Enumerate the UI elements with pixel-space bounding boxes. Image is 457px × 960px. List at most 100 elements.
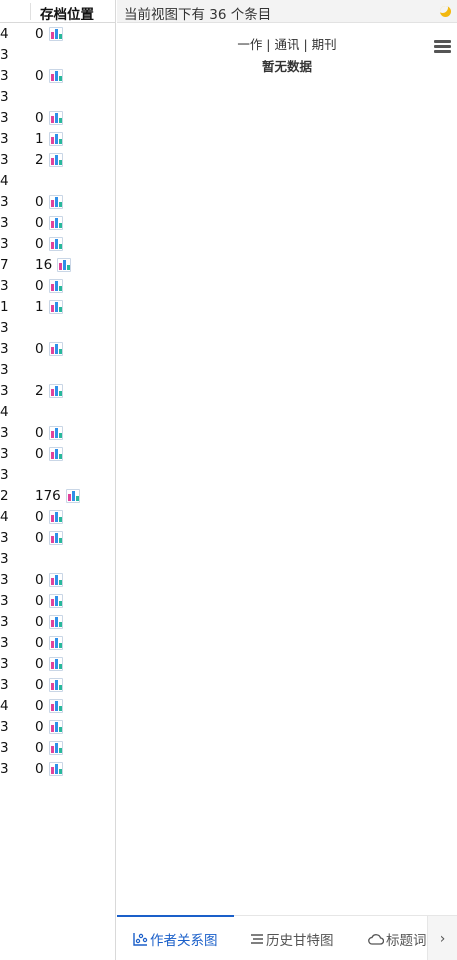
table-row: 30 (0, 675, 116, 696)
archive-location-cell: 0 (35, 677, 63, 693)
bar-chart-icon[interactable] (48, 237, 63, 251)
tab-author-graph[interactable]: 作者关系图 (117, 915, 234, 960)
row-cell-value: 3 (0, 530, 9, 546)
archive-location-cell: 0 (35, 719, 63, 735)
table-row: 30 (0, 213, 116, 234)
bar-chart-icon[interactable] (48, 657, 63, 671)
tab-history-gantt[interactable]: 历史甘特图 (234, 916, 352, 960)
table-row: 30 (0, 66, 116, 87)
table-row: 30 (0, 633, 116, 654)
archive-location-cell: 0 (35, 698, 63, 714)
tab-title-words[interactable]: 标题词 (352, 916, 427, 960)
table-row: 30 (0, 759, 116, 780)
chevron-right-icon[interactable]: › (427, 916, 457, 960)
bar-chart-icon[interactable] (48, 678, 63, 692)
row-cell-value: 3 (0, 47, 9, 63)
archive-count: 0 (35, 656, 44, 672)
row-cell-value: 4 (0, 404, 9, 420)
row-cell-value: 3 (0, 761, 9, 777)
table-row: 30 (0, 654, 116, 675)
bar-chart-icon[interactable] (48, 636, 63, 650)
archive-count: 1 (35, 131, 44, 147)
table-row: 30 (0, 108, 116, 129)
bar-chart-icon[interactable] (48, 69, 63, 83)
archive-count: 0 (35, 572, 44, 588)
table-row: 30 (0, 444, 116, 465)
archive-location-cell: 0 (35, 26, 63, 42)
archive-count: 16 (35, 257, 53, 273)
archive-count: 0 (35, 215, 44, 231)
bar-chart-icon[interactable] (48, 216, 63, 230)
column-header-archive-location[interactable]: 存档位置 (40, 3, 94, 23)
bar-chart-icon[interactable] (48, 762, 63, 776)
moon-icon[interactable] (440, 6, 451, 17)
row-cell-value: 3 (0, 194, 9, 210)
archive-location-cell: 0 (35, 656, 63, 672)
archive-count: 2 (35, 383, 44, 399)
bar-chart-icon[interactable] (48, 720, 63, 734)
archive-location-cell: 0 (35, 740, 63, 756)
table-row: 30 (0, 717, 116, 738)
archive-location-cell: 2 (35, 152, 63, 168)
row-cell-value: 3 (0, 320, 9, 336)
row-cell-value: 3 (0, 446, 9, 462)
bar-chart-icon[interactable] (48, 153, 63, 167)
archive-count: 0 (35, 635, 44, 651)
row-cell-value: 3 (0, 593, 9, 609)
bar-chart-icon[interactable] (65, 489, 80, 503)
archive-count: 0 (35, 68, 44, 84)
row-cell-value: 3 (0, 110, 9, 126)
bar-chart-icon[interactable] (48, 447, 63, 461)
archive-table: 存档位置 4 0 3 3 0 3 3 0 3 1 3 2 4 3 0 3 0 3 0 7 16 3 0 1 1 3 3 0 3 3 2 4 3 0… (0, 0, 116, 960)
bar-chart-icon[interactable] (48, 300, 63, 314)
row-cell-value: 7 (0, 257, 9, 273)
tab-label: 作者关系图 (150, 932, 218, 949)
bar-chart-icon[interactable] (48, 342, 63, 356)
entry-count-status: 当前视图下有 36 个条目 (124, 7, 272, 23)
table-row: 30 (0, 738, 116, 759)
row-cell-value: 3 (0, 467, 9, 483)
row-cell-value: 3 (0, 677, 9, 693)
bar-chart-icon[interactable] (48, 384, 63, 398)
bar-chart-icon[interactable] (48, 573, 63, 587)
archive-count: 0 (35, 677, 44, 693)
archive-location-cell: 0 (35, 215, 63, 231)
table-row: 3 (0, 549, 116, 570)
bar-chart-icon[interactable] (48, 426, 63, 440)
bar-chart-icon[interactable] (48, 699, 63, 713)
table-row: 4 (0, 402, 116, 423)
bar-chart-icon[interactable] (48, 615, 63, 629)
table-row: 30 (0, 234, 116, 255)
bar-chart-icon[interactable] (48, 531, 63, 545)
row-cell-value: 3 (0, 551, 9, 567)
row-cell-value: 3 (0, 635, 9, 651)
row-cell-value: 3 (0, 614, 9, 630)
row-cell-value: 3 (0, 278, 9, 294)
bar-chart-icon[interactable] (48, 27, 63, 41)
hamburger-menu-icon[interactable] (434, 40, 451, 54)
archive-count: 0 (35, 278, 44, 294)
archive-count: 0 (35, 110, 44, 126)
archive-location-cell: 0 (35, 110, 63, 126)
row-cell-value: 2 (0, 488, 9, 504)
cloud-icon (368, 933, 384, 945)
bar-chart-icon[interactable] (48, 594, 63, 608)
column-divider[interactable] (30, 3, 31, 20)
bar-chart-icon[interactable] (48, 132, 63, 146)
archive-location-cell: 0 (35, 593, 63, 609)
archive-location-cell: 0 (35, 236, 63, 252)
row-cell-value: 4 (0, 698, 9, 714)
bar-chart-icon[interactable] (48, 195, 63, 209)
bar-chart-icon[interactable] (48, 510, 63, 524)
table-row: 7 16 (0, 255, 116, 276)
archive-location-cell: 1 (35, 131, 63, 147)
table-row: 30 (0, 591, 116, 612)
bar-chart-icon[interactable] (57, 258, 72, 272)
bar-chart-icon[interactable] (48, 111, 63, 125)
no-data-message: 暂无数据 (261, 59, 312, 74)
row-cell-value: 3 (0, 236, 9, 252)
bar-chart-icon[interactable] (48, 279, 63, 293)
bar-chart-icon[interactable] (48, 741, 63, 755)
table-row: 4 (0, 171, 116, 192)
row-cell-value: 3 (0, 656, 9, 672)
